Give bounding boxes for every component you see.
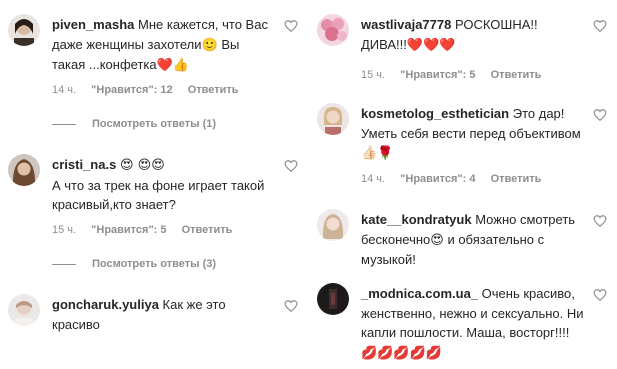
likes-count[interactable]: "Нравится": 12 xyxy=(91,84,172,96)
divider-line xyxy=(52,123,76,125)
likes-count[interactable]: "Нравится": 5 xyxy=(400,69,475,81)
comment-time: 14 ч. xyxy=(361,173,386,185)
emoji: 🙂 xyxy=(201,37,218,53)
reply-button[interactable]: Ответить xyxy=(491,69,542,81)
like-heart-icon[interactable] xyxy=(284,299,298,313)
comment-text: goncharuk.yuliya Как же это красиво xyxy=(52,295,276,334)
username[interactable]: kate__kondratyuk xyxy=(361,212,472,227)
comment-body: А что за трек на фоне играет такой краси… xyxy=(52,177,265,213)
likes-count[interactable]: "Нравится": 4 xyxy=(400,173,475,185)
divider-line xyxy=(52,263,76,265)
view-replies-label: Посмотреть ответы (3) xyxy=(92,258,217,270)
username[interactable]: goncharuk.yuliya xyxy=(52,297,159,312)
comment-meta: 14 ч. "Нравится": 4 Ответить xyxy=(361,173,553,185)
avatar[interactable] xyxy=(317,209,349,241)
like-heart-icon[interactable] xyxy=(284,159,298,173)
avatar[interactable] xyxy=(317,103,349,135)
comment-time: 15 ч. xyxy=(361,69,386,81)
comment-text: piven_masha Мне кажется, что Вас даже же… xyxy=(52,15,276,76)
emoji: 😍 😍😍 xyxy=(119,158,165,173)
avatar[interactable] xyxy=(8,14,40,46)
username[interactable]: piven_masha xyxy=(52,17,134,32)
comment-text: _modnica.com.ua_ Очень красиво, женствен… xyxy=(361,284,585,363)
comment-time: 14 ч. xyxy=(52,84,77,96)
emoji: ❤️❤️❤️ xyxy=(406,37,456,53)
username[interactable]: _modnica.com.ua_ xyxy=(361,286,478,301)
comment-meta: 15 ч. "Нравится": 5 Ответить xyxy=(52,224,244,236)
avatar[interactable] xyxy=(8,294,40,326)
emoji: 👍🏻🌹 xyxy=(361,146,394,161)
view-replies-button[interactable]: Посмотреть ответы (1) xyxy=(52,118,216,130)
view-replies-label: Посмотреть ответы (1) xyxy=(92,118,217,130)
emoji: 😍 xyxy=(430,232,444,248)
emoji: 💋💋💋💋💋 xyxy=(361,345,442,361)
username[interactable]: wastlivaja7778 xyxy=(361,17,451,32)
comment-time: 15 ч. xyxy=(52,224,77,236)
comment-text: cristi_na.s 😍 😍😍 А что за трек на фоне и… xyxy=(52,155,276,215)
like-heart-icon[interactable] xyxy=(593,288,607,302)
comment-text: kate__kondratyuk Можно смотреть бесконеч… xyxy=(361,210,585,270)
username[interactable]: cristi_na.s xyxy=(52,157,116,172)
comment-text: kosmetolog_esthetician Это дар! Уметь се… xyxy=(361,104,585,164)
comment-text: wastlivaja7778 РОСКОШНА!! ДИВА!!!❤️❤️❤️ xyxy=(361,15,585,55)
like-heart-icon[interactable] xyxy=(593,108,607,122)
reply-button[interactable]: Ответить xyxy=(182,224,233,236)
emoji: ❤️👍 xyxy=(156,58,189,73)
like-heart-icon[interactable] xyxy=(593,19,607,33)
like-heart-icon[interactable] xyxy=(284,19,298,33)
reply-button[interactable]: Ответить xyxy=(188,84,239,96)
like-heart-icon[interactable] xyxy=(593,214,607,228)
view-replies-button[interactable]: Посмотреть ответы (3) xyxy=(52,258,216,270)
comments-column-right: wastlivaja7778 РОСКОШНА!! ДИВА!!!❤️❤️❤️ … xyxy=(309,0,617,369)
likes-count[interactable]: "Нравится": 5 xyxy=(91,224,166,236)
comment-meta: 15 ч. "Нравится": 5 Ответить xyxy=(361,69,553,81)
username[interactable]: kosmetolog_esthetician xyxy=(361,106,509,121)
comment-meta: 14 ч. "Нравится": 12 Ответить xyxy=(52,84,251,96)
avatar[interactable] xyxy=(317,14,349,46)
avatar[interactable] xyxy=(317,283,349,315)
avatar[interactable] xyxy=(8,154,40,186)
reply-button[interactable]: Ответить xyxy=(491,173,542,185)
comments-column-left: piven_masha Мне кажется, что Вас даже же… xyxy=(0,0,308,369)
